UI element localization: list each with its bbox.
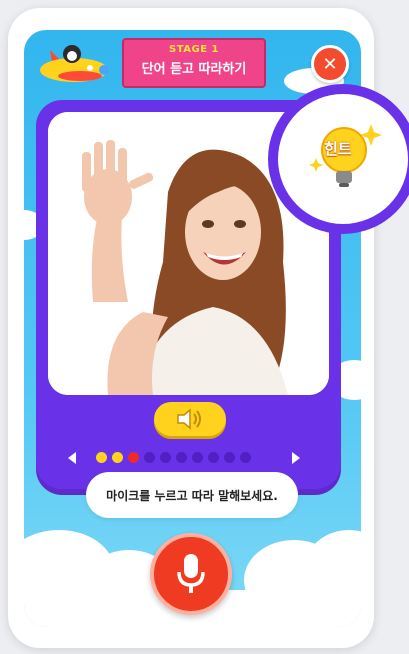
play-sound-button[interactable] bbox=[154, 402, 226, 436]
progress-dots bbox=[96, 452, 251, 463]
progress-dot bbox=[112, 452, 123, 463]
instruction-text: 마이크를 누르고 따라 말해보세요. bbox=[106, 488, 278, 503]
close-button[interactable]: ✕ bbox=[311, 45, 349, 83]
stage-banner: STAGE 1 단어 듣고 따라하기 bbox=[122, 38, 266, 88]
stage-label: STAGE 1 bbox=[169, 44, 219, 55]
close-icon: ✕ bbox=[322, 53, 338, 75]
instruction-bubble: 마이크를 누르고 따라 말해보세요. bbox=[86, 472, 298, 518]
stage-title: 단어 듣고 따라하기 bbox=[141, 62, 247, 77]
microphone-button[interactable] bbox=[150, 533, 232, 615]
progress-dot bbox=[144, 452, 155, 463]
speaker-icon bbox=[177, 408, 201, 430]
airplane-icon bbox=[40, 45, 109, 82]
progress-dot bbox=[192, 452, 203, 463]
progress-dot bbox=[176, 452, 187, 463]
progress-dot bbox=[240, 452, 251, 463]
arrow-left-icon[interactable] bbox=[64, 450, 80, 466]
hint-label: 힌트 bbox=[324, 140, 352, 158]
progress-dot bbox=[224, 452, 235, 463]
hint-button[interactable]: 힌트 bbox=[278, 94, 408, 224]
progress-dot bbox=[160, 452, 171, 463]
microphone-icon bbox=[177, 554, 205, 593]
arrow-right-icon[interactable] bbox=[288, 450, 304, 466]
progress-dot bbox=[96, 452, 107, 463]
progress-dot bbox=[208, 452, 219, 463]
progress-dot bbox=[128, 452, 139, 463]
